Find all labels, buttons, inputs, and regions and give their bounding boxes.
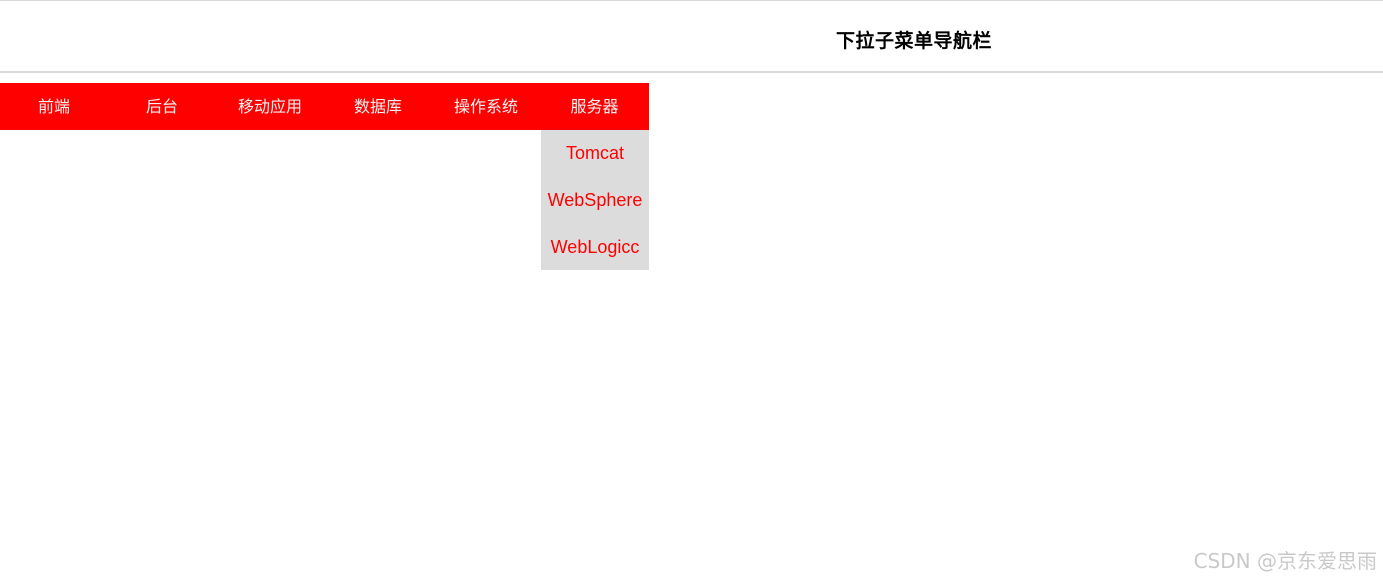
nav-item-backend[interactable]: 后台 [108,83,216,130]
nav-item-database[interactable]: 数据库 [324,83,432,130]
nav-item-mobile-apps[interactable]: 移动应用 [216,83,324,130]
dropdown-item-websphere[interactable]: WebSphere [541,177,649,224]
server-dropdown-menu: Tomcat WebSphere WebLogicc [541,130,649,270]
nav-item-operating-system[interactable]: 操作系统 [432,83,540,130]
dropdown-item-tomcat[interactable]: Tomcat [541,130,649,177]
page-title: 下拉子菜单导航栏 [836,30,993,52]
nav-bar: 前端 后台 移动应用 数据库 操作系统 服务器 [0,83,649,130]
nav-item-server[interactable]: 服务器 [540,83,649,130]
watermark: CSDN @京东爱思雨 [1193,549,1377,573]
page: 下拉子菜单导航栏 前端 后台 移动应用 数据库 操作系统 服务器 Tomcat … [0,0,1383,582]
nav-item-frontend[interactable]: 前端 [0,83,108,130]
dropdown-item-weblogic[interactable]: WebLogicc [541,224,649,271]
header: 下拉子菜单导航栏 [0,1,1383,73]
